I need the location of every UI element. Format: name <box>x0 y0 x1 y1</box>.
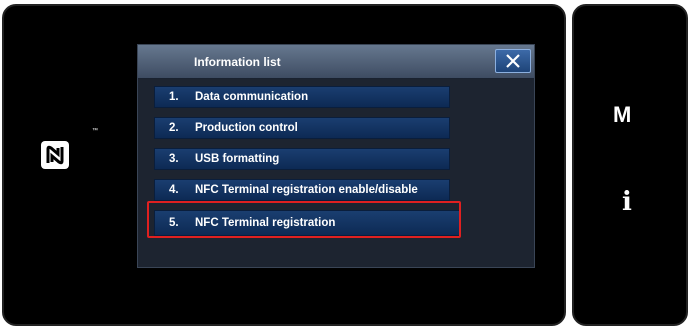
dialog-title: Information list <box>194 55 281 69</box>
menu-item-production-control[interactable]: 2. Production control <box>154 117 450 139</box>
menu-item-label: NFC Terminal registration enable/disable <box>195 184 418 196</box>
menu-item-number: 2. <box>169 122 179 134</box>
menu-item-label: USB formatting <box>195 153 280 165</box>
menu-item-label: Data communication <box>195 91 309 103</box>
menu-item-number: 4. <box>169 184 179 196</box>
selection-highlight <box>147 201 461 238</box>
close-icon <box>506 54 520 68</box>
close-button[interactable] <box>495 49 531 73</box>
menu-item-number: 3. <box>169 153 179 165</box>
menu-item-data-communication[interactable]: 1. Data communication <box>154 86 450 108</box>
menu-item-label: Production control <box>195 122 298 134</box>
nfc-icon[interactable] <box>40 140 70 170</box>
menu-item-number: 1. <box>169 91 179 103</box>
nfc-trademark: ™ <box>92 128 98 134</box>
mode-button[interactable]: M <box>613 102 631 128</box>
dialog-title-bar: Information list <box>138 45 534 79</box>
menu-item-usb-formatting[interactable]: 3. USB formatting <box>154 148 450 170</box>
info-button[interactable]: i <box>622 187 632 217</box>
menu-item-nfc-registration-enable[interactable]: 4. NFC Terminal registration enable/disa… <box>154 179 450 201</box>
side-button-panel <box>572 4 688 326</box>
